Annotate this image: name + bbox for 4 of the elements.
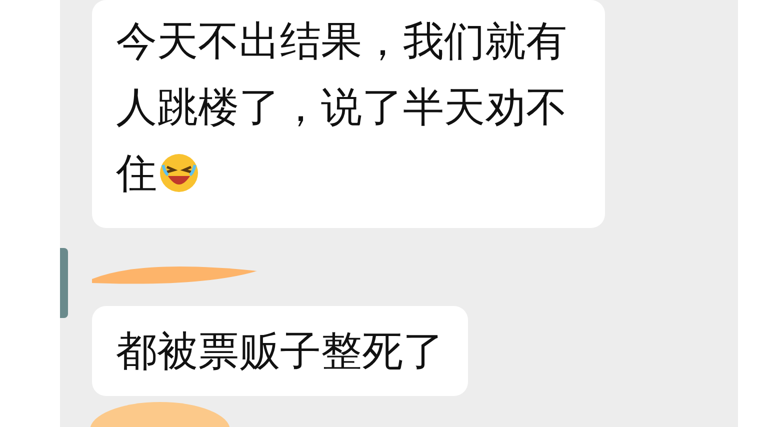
laughing-face-icon	[159, 153, 199, 193]
message-bubble: 都被票贩子整死了	[92, 306, 468, 396]
avatar	[60, 248, 68, 318]
message-bubble: 今天不出结果，我们就有人跳楼了，说了半天劝不住	[92, 0, 605, 228]
